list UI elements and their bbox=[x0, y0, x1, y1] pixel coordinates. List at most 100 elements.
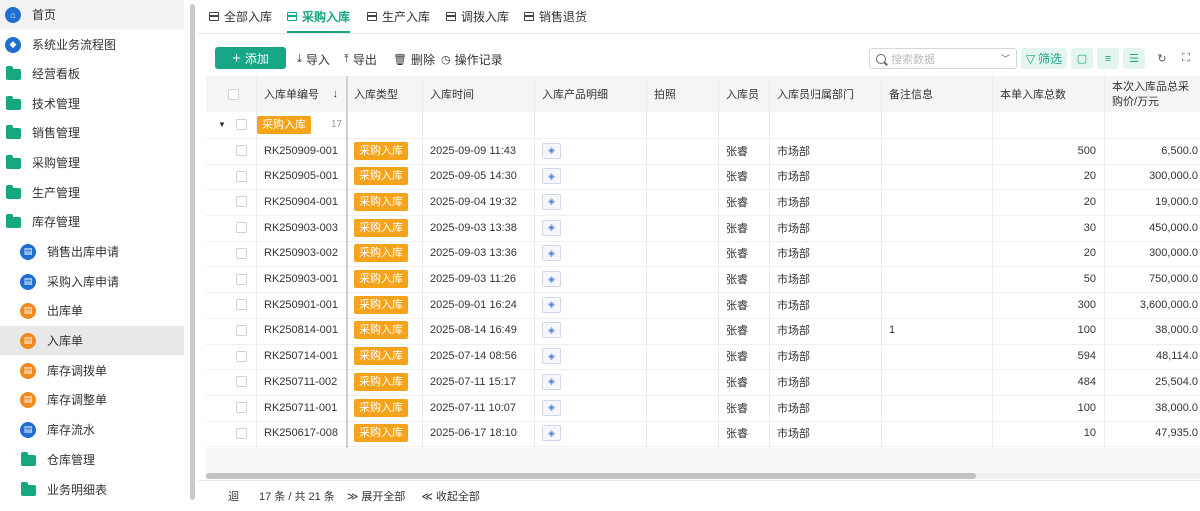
checkbox[interactable] bbox=[236, 145, 247, 156]
detail-link-icon[interactable]: ◈ bbox=[542, 399, 561, 416]
refresh-icon[interactable]: ↻ bbox=[1151, 48, 1173, 69]
add-button[interactable]: + 添加 bbox=[215, 47, 286, 69]
row-checkbox[interactable] bbox=[236, 369, 247, 394]
tab-3[interactable]: 调拨入库 bbox=[446, 0, 509, 33]
sidebar-item[interactable]: 库存管理 bbox=[0, 207, 184, 236]
sidebar-item[interactable]: 经营看板 bbox=[0, 59, 184, 88]
filter-button[interactable]: ▽ 筛选 bbox=[1021, 48, 1067, 69]
detail-link-icon[interactable]: ◈ bbox=[542, 245, 561, 262]
column-header[interactable]: 入库员 bbox=[718, 76, 769, 112]
sort-icon[interactable]: ≡ bbox=[1097, 48, 1119, 69]
detail-link-icon[interactable]: ◈ bbox=[542, 425, 561, 442]
table-row[interactable]: RK250909-001 采购入库 2025-09-09 11:43 ◈ 张睿 市场部 50… bbox=[206, 138, 1200, 165]
sidebar-scrollbar[interactable] bbox=[190, 4, 195, 500]
row-checkbox[interactable] bbox=[236, 138, 247, 163]
detail-link-icon[interactable]: ◈ bbox=[542, 373, 561, 390]
row-checkbox[interactable] bbox=[236, 421, 247, 446]
table-row[interactable]: RK250904-001 采购入库 2025-09-04 19:32 ◈ 张睿 市场部 20… bbox=[206, 189, 1200, 217]
detail-link-icon[interactable]: ◈ bbox=[542, 271, 561, 287]
group-checkbox[interactable] bbox=[236, 112, 247, 137]
sidebar-item[interactable]: 生产管理 bbox=[0, 178, 184, 207]
row-checkbox[interactable] bbox=[236, 267, 247, 292]
sidebar-item[interactable]: 业务明细表 bbox=[0, 475, 184, 504]
sidebar-item[interactable]: ▤ 销售出库申请 bbox=[0, 237, 184, 266]
column-header[interactable]: 备注信息 bbox=[881, 76, 992, 112]
detail-link-icon[interactable]: ◈ bbox=[542, 168, 561, 185]
row-checkbox[interactable] bbox=[236, 395, 247, 420]
fullscreen-icon[interactable]: ⛶ bbox=[1175, 48, 1197, 69]
detail-link-icon[interactable]: ◈ bbox=[542, 322, 561, 339]
checkbox[interactable] bbox=[236, 376, 247, 388]
table-row[interactable]: RK250714-001 采购入库 2025-07-14 08:56 ◈ 张睿 市场部 59… bbox=[206, 344, 1200, 371]
table-row[interactable]: RK250711-002 采购入库 2025-07-11 15:17 ◈ 张睿 市场部 48… bbox=[206, 369, 1200, 396]
caret-down-icon[interactable]: ▼ bbox=[210, 112, 234, 137]
row-checkbox[interactable] bbox=[236, 241, 247, 266]
table-row[interactable]: RK250814-001 采购入库 2025-08-14 16:49 ◈ 张睿 市场部 1 1… bbox=[206, 318, 1200, 345]
sidebar-item[interactable]: ▤ 采购入库申请 bbox=[0, 267, 184, 296]
table-row[interactable]: RK250903-002 采购入库 2025-09-03 13:36 ◈ 张睿 市场部 20… bbox=[206, 241, 1200, 268]
sidebar-item[interactable]: ⌂ 首页 bbox=[0, 0, 184, 29]
table-row[interactable]: RK250905-001 采购入库 2025-09-05 14:30 ◈ 张睿 市场部 20… bbox=[206, 164, 1200, 191]
tab-2[interactable]: 生产入库 bbox=[367, 0, 430, 33]
row-checkbox[interactable] bbox=[236, 318, 247, 343]
detail-link-icon[interactable]: ◈ bbox=[542, 296, 561, 313]
column-header[interactable]: 入库类型 bbox=[346, 76, 422, 112]
sidebar-item[interactable]: ▤ 库存调拨单 bbox=[0, 356, 184, 385]
column-header[interactable]: 入库员归属部门 bbox=[769, 76, 881, 112]
detail-link-icon[interactable]: ◈ bbox=[542, 142, 561, 159]
delete-button[interactable]: 🗑 删除 bbox=[393, 50, 435, 68]
table-row[interactable]: RK250903-003 采购入库 2025-09-03 13:38 ◈ 张睿 市场部 30… bbox=[206, 215, 1200, 242]
sidebar-item[interactable]: ▤ 库存调整单 bbox=[0, 385, 184, 414]
import-button[interactable]: ⤓ 导入 bbox=[297, 50, 330, 68]
tab-0[interactable]: 全部入库 bbox=[209, 0, 272, 33]
sidebar-item[interactable]: 仓库管理 bbox=[0, 445, 184, 474]
tab-4[interactable]: 销售退货 bbox=[524, 0, 587, 33]
detail-link-icon[interactable]: ◈ bbox=[542, 219, 561, 236]
row-checkbox[interactable] bbox=[236, 344, 247, 369]
operation-log-button[interactable]: ◷ 操作记录 bbox=[441, 50, 503, 68]
sidebar-item[interactable]: 采购管理 bbox=[0, 148, 184, 177]
table-row[interactable]: RK250903-001 采购入库 2025-09-03 11:26 ◈ 张睿 市场部 50… bbox=[206, 267, 1200, 294]
sidebar-item[interactable]: 销售管理 bbox=[0, 118, 184, 147]
checkbox[interactable] bbox=[236, 299, 247, 311]
row-checkbox[interactable] bbox=[236, 215, 247, 240]
sort-arrow-icon[interactable]: ↓ bbox=[333, 88, 339, 100]
checkbox[interactable] bbox=[236, 273, 247, 285]
row-checkbox[interactable] bbox=[236, 292, 247, 317]
column-header[interactable]: 入库时间 bbox=[422, 76, 534, 112]
checkbox[interactable] bbox=[236, 247, 247, 259]
checkbox[interactable] bbox=[236, 196, 247, 208]
tree-collapse-icon[interactable]: 迴 bbox=[228, 488, 239, 504]
search-input[interactable]: 搜索数据 ﹀ bbox=[869, 48, 1017, 69]
row-checkbox[interactable] bbox=[236, 189, 247, 214]
tab-1[interactable]: 采购入库 bbox=[287, 0, 351, 33]
chevron-down-icon[interactable]: ﹀ bbox=[1001, 52, 1010, 65]
collapse-all-button[interactable]: ≪ 收起全部 bbox=[421, 488, 480, 504]
expand-all-button[interactable]: ≫ 展开全部 bbox=[347, 488, 406, 504]
view-icon[interactable]: ▢ bbox=[1071, 48, 1093, 69]
checkbox[interactable] bbox=[236, 350, 247, 362]
group-row[interactable]: ▼ 采购入库 17 bbox=[206, 112, 1200, 139]
checkbox[interactable] bbox=[236, 119, 247, 130]
sidebar-item[interactable]: ◆ 系统业务流程图 bbox=[0, 30, 184, 59]
sidebar-item[interactable]: ▤ 出库单 bbox=[0, 296, 184, 325]
checkbox[interactable] bbox=[228, 88, 239, 100]
column-header[interactable]: 本单入库总数 bbox=[992, 76, 1104, 112]
checkbox[interactable] bbox=[236, 324, 247, 336]
row-checkbox[interactable] bbox=[236, 164, 247, 189]
column-header[interactable]: 入库产品明细 bbox=[534, 76, 646, 112]
column-header[interactable]: 拍照 bbox=[646, 76, 718, 112]
detail-link-icon[interactable]: ◈ bbox=[542, 193, 561, 210]
sidebar-item[interactable]: ▤ 入库单 bbox=[0, 326, 184, 355]
group-icon[interactable]: ☰ bbox=[1123, 48, 1145, 69]
column-header[interactable]: 本次入库品总采购价/万元 bbox=[1104, 76, 1200, 112]
sidebar-item[interactable]: 技术管理 bbox=[0, 89, 184, 118]
table-row[interactable]: RK250711-001 采购入库 2025-07-11 10:07 ◈ 张睿 市场部 10… bbox=[206, 395, 1200, 422]
checkbox[interactable] bbox=[236, 170, 247, 182]
select-all-checkbox[interactable] bbox=[228, 76, 239, 112]
checkbox[interactable] bbox=[236, 222, 247, 234]
export-button[interactable]: ⤒ 导出 bbox=[344, 50, 377, 68]
table-row[interactable]: RK250617-008 采购入库 2025-06-17 18:10 ◈ 张睿 市场部 10… bbox=[206, 421, 1200, 448]
checkbox[interactable] bbox=[236, 427, 247, 439]
checkbox[interactable] bbox=[236, 402, 247, 413]
